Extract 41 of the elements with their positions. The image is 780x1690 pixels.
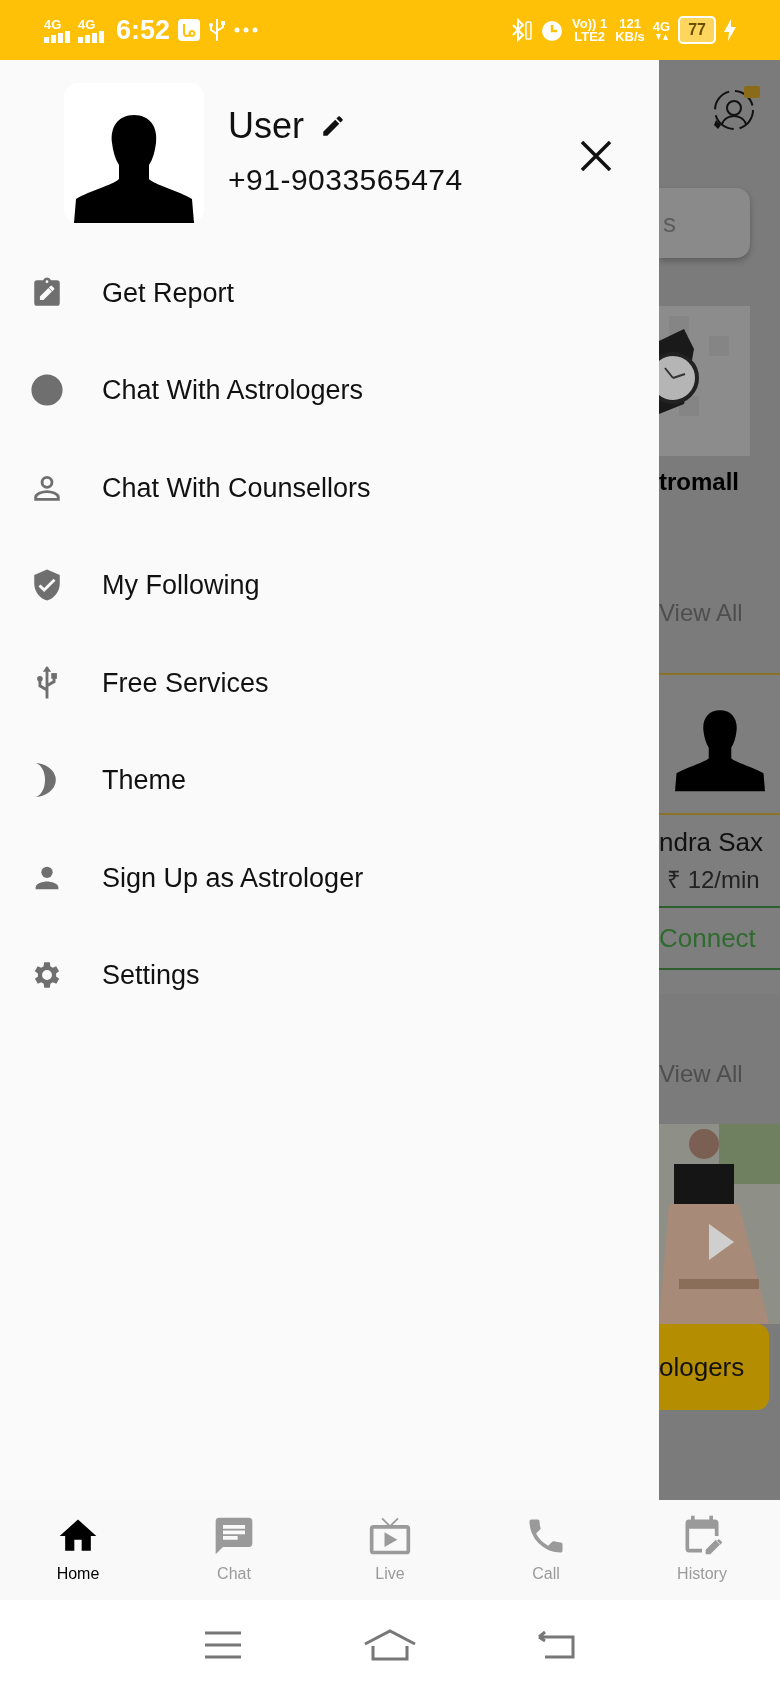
speed-unit: KB/s: [615, 30, 645, 43]
clock-time: 6:52: [116, 13, 171, 47]
phone-number: +91-9033565474: [228, 162, 463, 198]
nav-tab[interactable]: Home: [0, 1514, 156, 1586]
find-astrologers-button[interactable]: ologers: [659, 1324, 769, 1410]
person-silhouette-icon: [74, 113, 194, 223]
menu-item[interactable]: Free Services: [102, 662, 269, 703]
astrologer-name: ndra Sax: [659, 826, 765, 859]
alarm-icon: [540, 18, 565, 42]
bluetooth-icon: [510, 18, 533, 42]
product-name: tromall: [659, 467, 740, 497]
usb-icon: [208, 18, 227, 42]
app-notification-icon: [178, 19, 201, 41]
charging-icon: [724, 19, 736, 41]
battery-level: 77: [678, 16, 716, 44]
menu-item[interactable]: Sign Up as Astrologer: [102, 857, 364, 898]
moon-icon: [34, 763, 56, 798]
volte-label: Vo)) 1: [572, 17, 608, 30]
menu-item[interactable]: Settings: [102, 955, 200, 996]
menu-item[interactable]: Theme: [102, 760, 187, 801]
menu-item[interactable]: Chat With Counsellors: [102, 467, 371, 508]
data-arrows-icon: [654, 32, 669, 41]
circle-icon: [30, 373, 64, 408]
edit-icon[interactable]: [320, 113, 346, 139]
signal-icon: [44, 30, 70, 43]
menu-item[interactable]: Get Report: [102, 272, 235, 313]
back-icon[interactable]: [537, 1630, 577, 1660]
more-icon: [234, 27, 259, 33]
home-button-icon[interactable]: [363, 1628, 417, 1662]
rate-text: ₹ 12/min: [667, 865, 761, 895]
user-name: User: [228, 104, 304, 148]
menu-item[interactable]: Chat With Astrologers: [102, 370, 364, 411]
menu-item[interactable]: My Following: [102, 565, 260, 606]
menu-icon[interactable]: [203, 1630, 243, 1660]
network-label: 4G: [652, 19, 671, 33]
network-label: 4G: [44, 17, 62, 31]
speed-value: 121: [619, 17, 641, 30]
signal-icon: [78, 30, 104, 43]
network-label: 4G: [78, 17, 96, 31]
close-icon[interactable]: [579, 139, 613, 173]
lte-label: LTE2: [574, 30, 606, 43]
